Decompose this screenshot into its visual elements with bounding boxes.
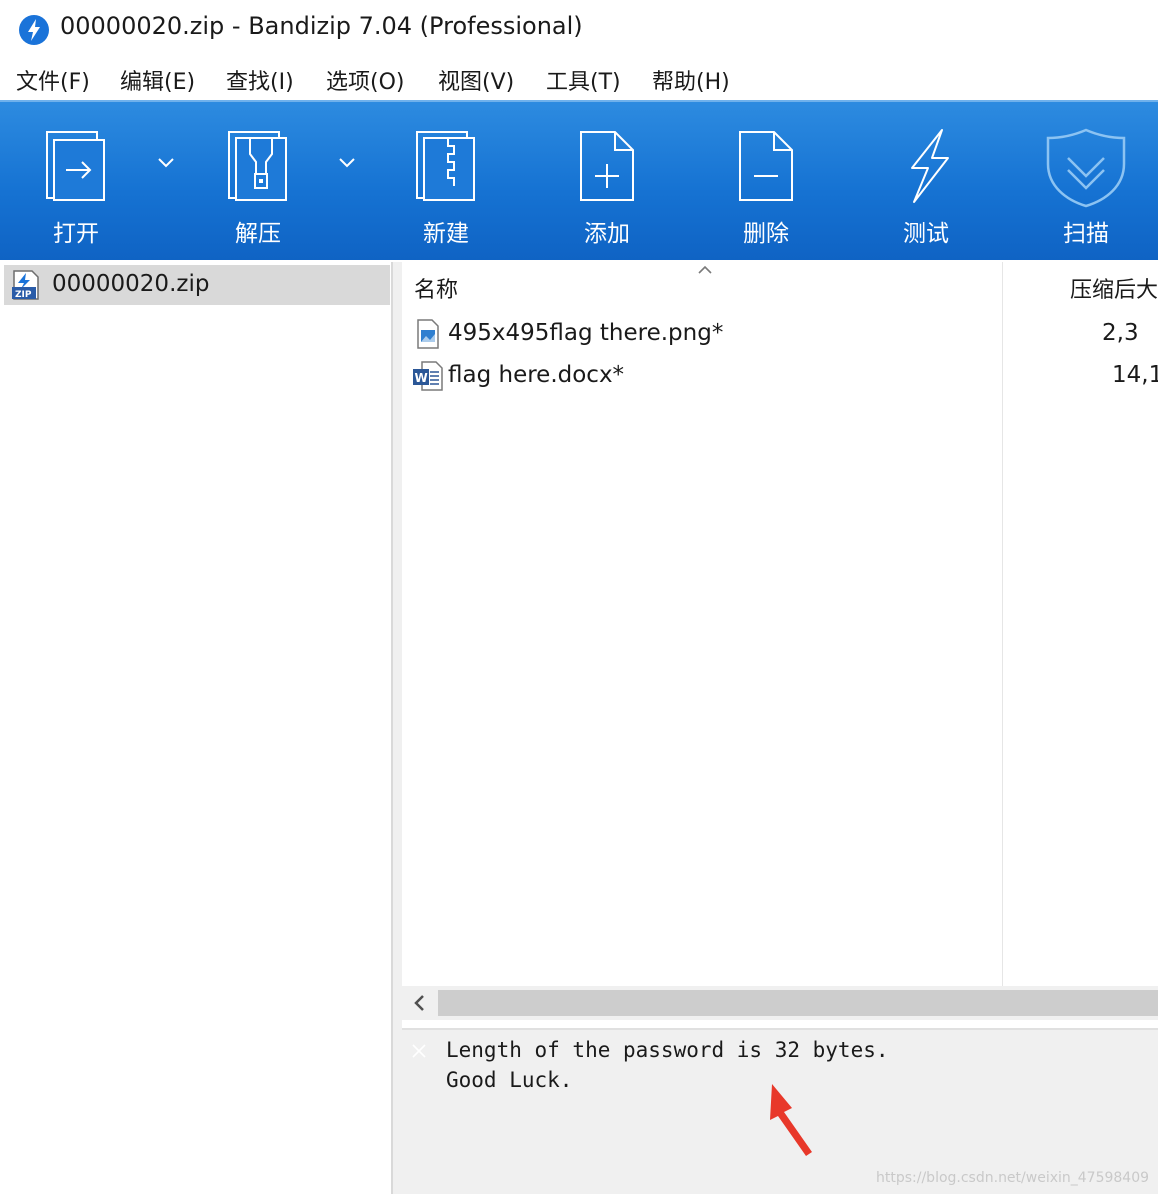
extract-dropdown-chevron-icon[interactable]	[337, 156, 357, 170]
open-label: 打开	[53, 221, 99, 247]
file-list-pane: 名称 压缩后大 495x495flag there.png* 2,3 W fla…	[402, 262, 1158, 986]
menu-edit[interactable]: 编辑(E)	[120, 64, 195, 96]
column-header-compressed-size[interactable]: 压缩后大	[1070, 272, 1158, 304]
extract-label: 解压	[235, 221, 281, 247]
tree-item-archive-root[interactable]: ZIP 00000020.zip	[4, 265, 390, 305]
horizontal-scrollbar[interactable]	[402, 986, 1158, 1020]
menu-bar: 文件(F) 编辑(E) 查找(I) 选项(O) 视图(V) 工具(T) 帮助(H…	[0, 60, 1158, 100]
menu-tools[interactable]: 工具(T)	[546, 64, 621, 96]
svg-text:ZIP: ZIP	[15, 290, 32, 300]
close-icon[interactable]	[410, 1042, 428, 1060]
sort-ascending-icon	[698, 265, 712, 274]
new-archive-button[interactable]: 新建	[394, 102, 498, 262]
title-bar: 00000020.zip - Bandizip 7.04 (Profession…	[0, 0, 1158, 60]
tree-archive-label: 00000020.zip	[52, 271, 210, 297]
menu-file[interactable]: 文件(F)	[16, 64, 90, 96]
bandizip-app-icon	[19, 15, 49, 45]
file-compressed-size: 2,3	[1102, 320, 1139, 346]
add-file-icon	[580, 131, 634, 201]
menu-help[interactable]: 帮助(H)	[652, 64, 730, 96]
scan-label: 扫描	[1063, 221, 1109, 247]
folder-tree-pane: ZIP 00000020.zip	[0, 262, 393, 1194]
open-button[interactable]: 打开	[24, 102, 128, 262]
delete-button[interactable]: 删除	[714, 102, 818, 262]
new-label: 新建	[423, 221, 469, 247]
toolbar: 打开 解压 新建 添加 删除 测试 扫描	[0, 100, 1158, 260]
extract-zip-icon	[228, 131, 287, 201]
scan-button[interactable]: 扫描	[1034, 102, 1138, 262]
comment-line-2: Good Luck.	[446, 1068, 573, 1092]
add-button[interactable]: 添加	[555, 102, 659, 262]
delete-label: 删除	[743, 221, 789, 247]
test-label: 测试	[903, 221, 949, 247]
open-dropdown-chevron-icon[interactable]	[156, 156, 176, 170]
pane-splitter[interactable]	[393, 262, 402, 1194]
word-file-icon: W	[413, 361, 443, 391]
file-name: 495x495flag there.png*	[448, 320, 724, 346]
test-button[interactable]: 测试	[874, 102, 978, 262]
open-file-icon	[46, 131, 105, 201]
file-row[interactable]: 495x495flag there.png* 2,3	[402, 314, 1158, 354]
shield-icon	[1046, 128, 1126, 208]
svg-text:W: W	[415, 371, 428, 385]
menu-options[interactable]: 选项(O)	[326, 64, 404, 96]
file-compressed-size: 14,1	[1112, 362, 1158, 388]
column-header-name[interactable]: 名称	[414, 272, 458, 304]
scroll-left-arrow-icon[interactable]	[402, 986, 438, 1020]
image-file-icon	[417, 319, 439, 349]
window-title: 00000020.zip - Bandizip 7.04 (Profession…	[60, 12, 583, 40]
watermark-text: https://blog.csdn.net/weixin_47598409	[876, 1170, 1150, 1186]
delete-file-icon	[739, 131, 793, 201]
new-archive-icon	[416, 131, 475, 201]
annotation-arrow-icon	[770, 1084, 812, 1156]
scrollbar-thumb[interactable]	[438, 990, 1158, 1016]
archive-comment-pane: Length of the password is 32 bytes. Good…	[402, 1028, 1158, 1194]
comment-line-1: Length of the password is 32 bytes.	[446, 1038, 889, 1062]
lightning-bolt-icon	[911, 129, 949, 203]
file-list-header: 名称 压缩后大	[402, 262, 1158, 310]
extract-button[interactable]: 解压	[206, 102, 310, 262]
file-row[interactable]: W flag here.docx* 14,1	[402, 356, 1158, 396]
zip-archive-icon: ZIP	[12, 270, 39, 300]
menu-find[interactable]: 查找(I)	[226, 64, 294, 96]
file-name: flag here.docx*	[448, 362, 625, 388]
add-label: 添加	[584, 221, 630, 247]
menu-view[interactable]: 视图(V)	[438, 64, 514, 96]
